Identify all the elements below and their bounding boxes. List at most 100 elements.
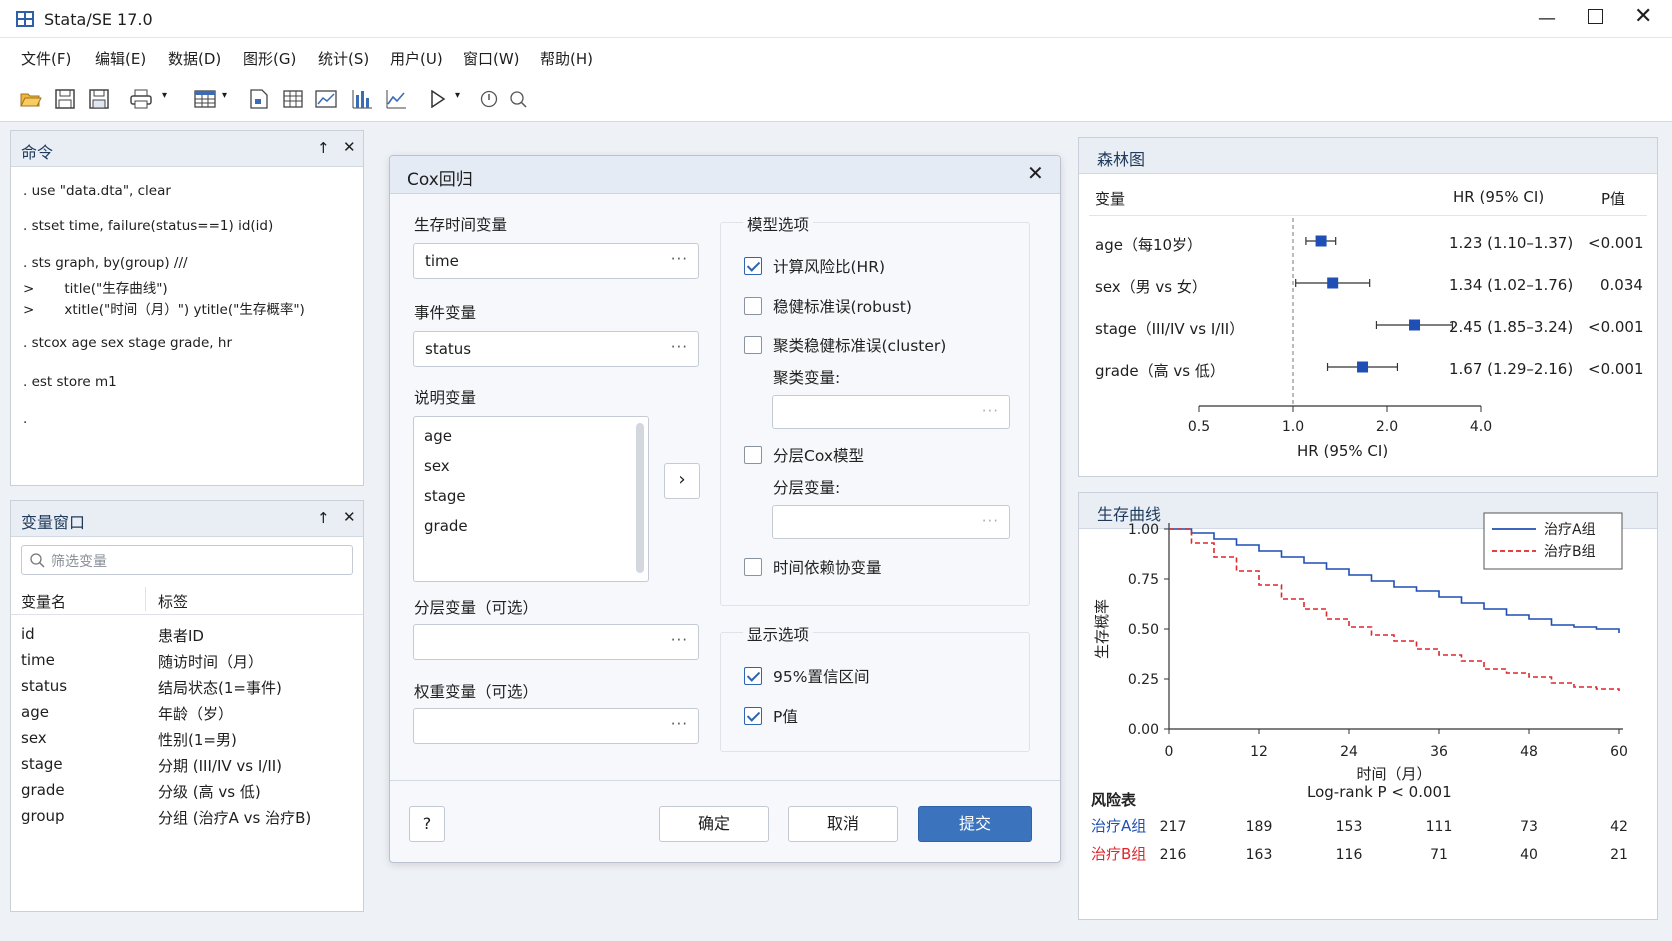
strata-var-sub-input[interactable]: ··· — [772, 505, 1010, 539]
print-icon[interactable] — [128, 86, 154, 112]
line-chart-icon[interactable] — [383, 86, 409, 112]
hr-point — [1327, 277, 1339, 289]
col-header-label[interactable]: 标签 — [158, 591, 188, 612]
menu-help[interactable]: 帮助(H) — [540, 48, 593, 69]
km-y-axis-label: 生存概率 — [1093, 599, 1111, 659]
ci-checkbox[interactable] — [744, 667, 762, 685]
km-legend-label: 治疗B组 — [1544, 544, 1596, 560]
ok-button[interactable]: 确定 — [659, 806, 769, 842]
graph-editor-icon[interactable] — [313, 86, 339, 112]
variable-filter-input[interactable]: 筛选变量 — [21, 545, 353, 575]
data-browser-icon[interactable] — [280, 86, 306, 112]
help-button[interactable]: ? — [409, 806, 445, 842]
submit-button[interactable]: 提交 — [918, 806, 1032, 842]
run-icon[interactable] — [425, 86, 451, 112]
save-icon[interactable] — [52, 86, 78, 112]
close-dialog-icon[interactable]: ✕ — [1027, 161, 1044, 185]
km-x-tick-label: 0 — [1165, 744, 1174, 760]
browse-icon[interactable]: ··· — [982, 512, 999, 530]
table-row[interactable]: group 分组 (治疗A vs 治疗B) — [11, 807, 363, 833]
time-var-input[interactable]: time ··· — [413, 243, 699, 279]
table-row[interactable]: grade 分级 (高 vs 低) — [11, 781, 363, 807]
risk-table-value: 217 — [1160, 819, 1187, 835]
menu-file[interactable]: 文件(F) — [21, 48, 71, 69]
table-row[interactable]: status 结局状态(1=事件) — [11, 677, 363, 703]
variable-table-header: 变量名 标签 — [11, 583, 363, 615]
time-var-value: time — [425, 252, 459, 270]
list-scrollbar[interactable] — [636, 423, 644, 573]
hr-checkbox[interactable] — [744, 257, 762, 275]
list-item[interactable]: grade — [424, 517, 468, 535]
list-item[interactable]: stage — [424, 487, 466, 505]
stata-logo-icon — [16, 11, 34, 27]
dialog-title: Cox回归 — [407, 170, 473, 190]
close-icon[interactable]: ✕ — [343, 508, 356, 526]
browse-icon[interactable]: ··· — [982, 402, 999, 420]
table-row[interactable]: sex 性别(1=男) — [11, 729, 363, 755]
p-value-checkbox[interactable] — [744, 707, 762, 725]
menu-window[interactable]: 窗口(W) — [463, 48, 520, 69]
var-label: 年龄（岁） — [158, 705, 234, 723]
open-folder-icon[interactable] — [18, 86, 44, 112]
chevron-down-icon[interactable]: ▾ — [162, 90, 167, 101]
table-row[interactable]: id 患者ID — [11, 625, 363, 651]
bar-chart-icon[interactable] — [349, 86, 375, 112]
maximize-icon[interactable] — [1588, 9, 1603, 24]
search-help-icon[interactable] — [505, 86, 531, 112]
browse-icon[interactable]: ··· — [671, 631, 688, 649]
risk-table-group: 治疗B组 — [1091, 845, 1146, 863]
close-icon[interactable]: ✕ — [343, 138, 356, 156]
browse-icon[interactable]: ··· — [671, 338, 688, 356]
chevron-down-icon[interactable]: ▾ — [222, 90, 227, 101]
var-name: grade — [21, 781, 65, 799]
forest-tick-label: 4.0 — [1470, 419, 1492, 435]
cluster-var-label: 聚类变量: — [773, 369, 841, 387]
strata-cox-checkbox[interactable] — [744, 446, 762, 464]
add-variable-button[interactable]: › — [664, 463, 700, 499]
menu-statistics[interactable]: 统计(S) — [318, 48, 369, 69]
weight-var-label: 权重变量（可选） — [414, 683, 539, 701]
cluster-var-input[interactable]: ··· — [772, 395, 1010, 429]
explanatory-var-list[interactable]: age sex stage grade — [413, 416, 649, 582]
tvc-checkbox[interactable] — [744, 558, 762, 576]
pin-icon[interactable]: ↑ — [317, 509, 330, 527]
menu-bar: 文件(F) 编辑(E) 数据(D) 图形(G) 统计(S) 用户(U) 窗口(W… — [0, 38, 1672, 78]
save-as-icon[interactable] — [86, 86, 112, 112]
table-row[interactable]: time 随访时间（月） — [11, 651, 363, 677]
time-var-label: 生存时间变量 — [414, 216, 508, 234]
weight-var-input[interactable]: ··· — [413, 708, 699, 744]
cluster-checkbox[interactable] — [744, 336, 762, 354]
cancel-button[interactable]: 取消 — [788, 806, 898, 842]
table-row[interactable]: age 年龄（岁） — [11, 703, 363, 729]
risk-table-value: 163 — [1246, 847, 1273, 863]
strata-var-input[interactable]: ··· — [413, 624, 699, 660]
list-item[interactable]: age — [424, 427, 452, 445]
menu-graphics[interactable]: 图形(G) — [243, 48, 296, 69]
var-name: sex — [21, 729, 47, 747]
model-options-title: 模型选项 — [743, 213, 814, 235]
col-header-name[interactable]: 变量名 — [21, 591, 66, 612]
pin-icon[interactable]: ↑ — [317, 139, 330, 157]
risk-table-value: 40 — [1520, 847, 1538, 863]
menu-data[interactable]: 数据(D) — [168, 48, 221, 69]
close-window-icon[interactable]: ✕ — [1634, 4, 1652, 29]
browse-icon[interactable]: ··· — [671, 715, 688, 733]
menu-edit[interactable]: 编辑(E) — [95, 48, 146, 69]
list-item[interactable]: sex — [424, 457, 450, 475]
table-row[interactable]: stage 分期 (III/IV vs I/II) — [11, 755, 363, 781]
km-x-axis-label: 时间（月） — [1356, 765, 1431, 783]
chevron-down-icon[interactable]: ▾ — [455, 90, 460, 101]
event-var-input[interactable]: status ··· — [413, 331, 699, 367]
browse-icon[interactable]: ··· — [671, 250, 688, 268]
robust-checkbox[interactable] — [744, 297, 762, 315]
forest-plot-svg: 0.5 1.0 2.0 4.0 — [1188, 218, 1492, 435]
menu-user[interactable]: 用户(U) — [390, 48, 443, 69]
event-var-label: 事件变量 — [414, 304, 477, 322]
do-file-editor-icon[interactable] — [246, 86, 272, 112]
data-editor-icon[interactable] — [192, 86, 218, 112]
break-icon[interactable] — [476, 86, 502, 112]
minimize-icon[interactable]: — — [1538, 8, 1556, 29]
explanatory-var-label: 说明变量 — [414, 389, 477, 407]
risk-table-value: 216 — [1160, 847, 1187, 863]
display-options-group — [720, 632, 1030, 752]
